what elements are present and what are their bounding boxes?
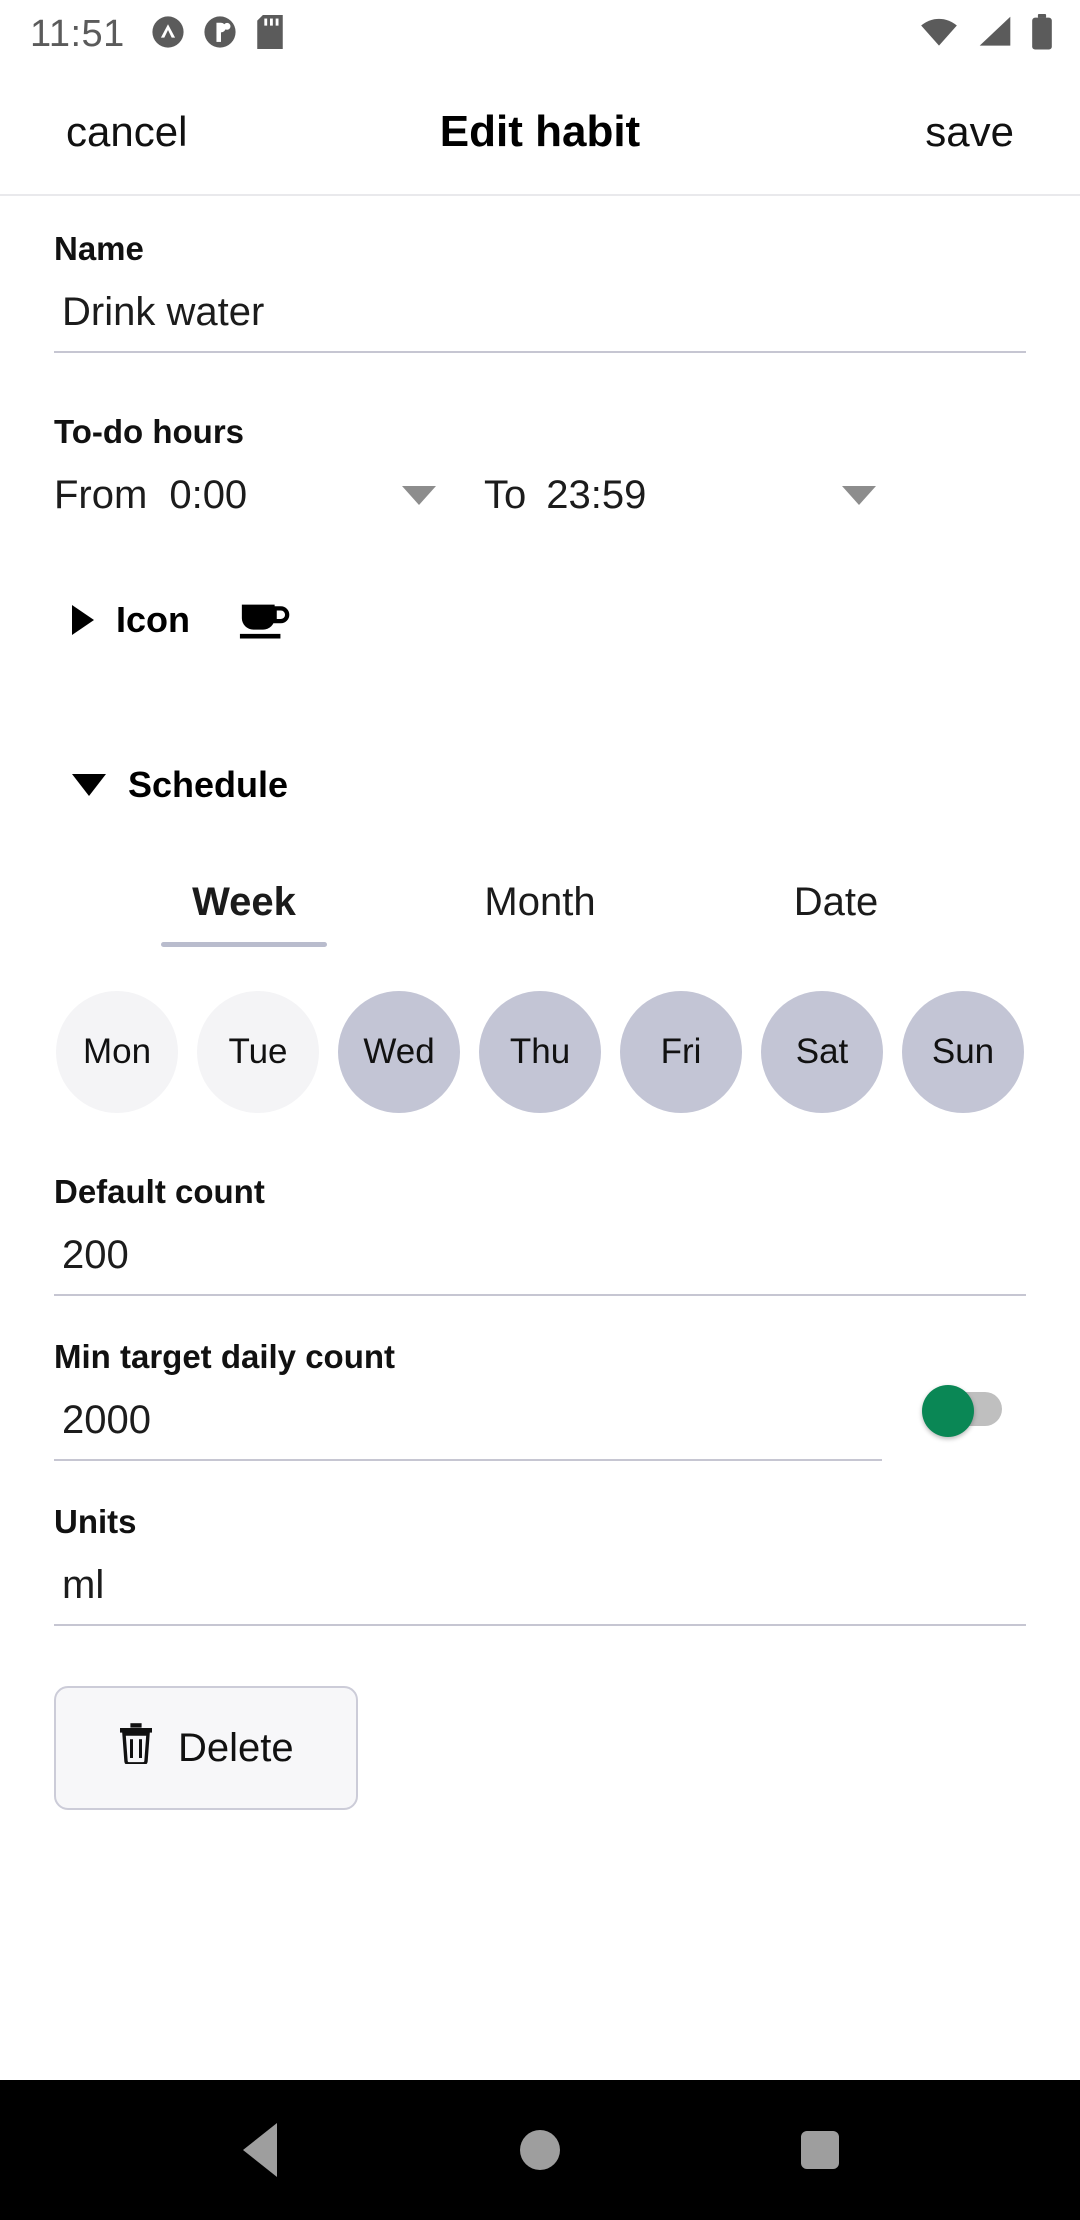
toggle-thumb — [922, 1385, 974, 1437]
app-bar: cancel Edit habit save — [0, 68, 1080, 196]
status-bar-clock: 11:51 — [30, 12, 125, 55]
nav-back-button[interactable] — [200, 2090, 320, 2210]
battery-icon — [1030, 13, 1054, 55]
from-time-dropdown[interactable]: From 0:00 — [54, 473, 484, 518]
weekday-selector: Mon Tue Wed Thu Fri Sat Sun — [54, 991, 1026, 1113]
schedule-tabs: Week Month Date — [54, 880, 1026, 947]
day-toggle-tue[interactable]: Tue — [197, 991, 319, 1113]
save-button[interactable]: save — [903, 98, 1036, 166]
nav-home-button[interactable] — [480, 2090, 600, 2210]
to-label: To — [484, 473, 527, 517]
default-count-input[interactable]: 200 — [54, 1211, 1026, 1294]
to-time-dropdown[interactable]: To 23:59 — [484, 473, 1026, 518]
triangle-right-icon — [72, 605, 94, 635]
cancel-button[interactable]: cancel — [40, 98, 213, 166]
recents-square-icon — [801, 2131, 839, 2169]
back-triangle-icon — [243, 2123, 277, 2177]
tab-date[interactable]: Date — [688, 880, 984, 947]
icon-section-header[interactable]: Icon — [54, 572, 1026, 660]
name-input[interactable]: Drink water — [54, 268, 1026, 351]
todo-hours-row: From 0:00 To 23:59 — [54, 451, 1026, 518]
from-label: From — [54, 473, 148, 517]
delete-button-label: Delete — [178, 1725, 294, 1770]
chevron-down-icon — [842, 486, 876, 505]
nav-recents-button[interactable] — [760, 2090, 880, 2210]
wifi-icon — [918, 15, 960, 54]
units-underline — [54, 1624, 1026, 1626]
cellular-signal-icon — [976, 15, 1014, 54]
day-toggle-thu[interactable]: Thu — [479, 991, 601, 1113]
chevron-down-icon — [402, 486, 436, 505]
status-bar: 11:51 — [0, 0, 1080, 68]
min-target-daily-count-row: 2000 — [54, 1376, 1026, 1461]
icon-section-label: Icon — [116, 599, 191, 640]
min-target-input-column: 2000 — [54, 1376, 882, 1461]
home-circle-icon — [520, 2130, 560, 2170]
min-target-daily-count-input[interactable]: 2000 — [54, 1376, 882, 1459]
status-bar-notification-icons — [151, 14, 285, 54]
coffee-cup-icon[interactable] — [238, 598, 292, 642]
name-field-label: Name — [54, 230, 144, 267]
units-input[interactable]: ml — [54, 1541, 1026, 1624]
default-count-underline — [54, 1294, 1026, 1296]
day-toggle-sun[interactable]: Sun — [902, 991, 1024, 1113]
todo-hours-label: To-do hours — [54, 413, 245, 450]
tab-month[interactable]: Month — [392, 880, 688, 947]
to-time-value: 23:59 — [546, 473, 647, 517]
min-target-toggle-switch[interactable] — [922, 1385, 1002, 1437]
status-bar-system-icons — [918, 13, 1054, 55]
sd-card-icon — [255, 14, 285, 54]
day-toggle-fri[interactable]: Fri — [620, 991, 742, 1113]
schedule-section-label: Schedule — [128, 764, 289, 805]
chevron-up-badge-icon — [151, 15, 185, 54]
delete-button[interactable]: Delete — [54, 1686, 358, 1810]
triangle-down-icon — [72, 774, 106, 796]
delete-button-wrapper: Delete — [54, 1686, 1026, 1810]
trash-icon — [118, 1722, 154, 1774]
phone-screen: 11:51 cancel Edit habit save Name Drink … — [0, 0, 1080, 2220]
notification-dot-icon — [203, 15, 237, 54]
min-target-daily-count-underline — [54, 1459, 882, 1461]
name-input-underline — [54, 351, 1026, 353]
android-nav-bar — [0, 2080, 1080, 2220]
day-toggle-sat[interactable]: Sat — [761, 991, 883, 1113]
schedule-section-header[interactable]: Schedule — [54, 738, 1026, 824]
min-target-daily-count-label: Min target daily count — [54, 1338, 396, 1375]
edit-habit-form: Name Drink water To-do hours From 0:00 T… — [0, 196, 1080, 2080]
day-toggle-mon[interactable]: Mon — [56, 991, 178, 1113]
day-toggle-wed[interactable]: Wed — [338, 991, 460, 1113]
tab-week[interactable]: Week — [96, 880, 392, 947]
from-time-value: 0:00 — [169, 473, 248, 517]
default-count-label: Default count — [54, 1173, 265, 1210]
units-label: Units — [54, 1503, 137, 1540]
